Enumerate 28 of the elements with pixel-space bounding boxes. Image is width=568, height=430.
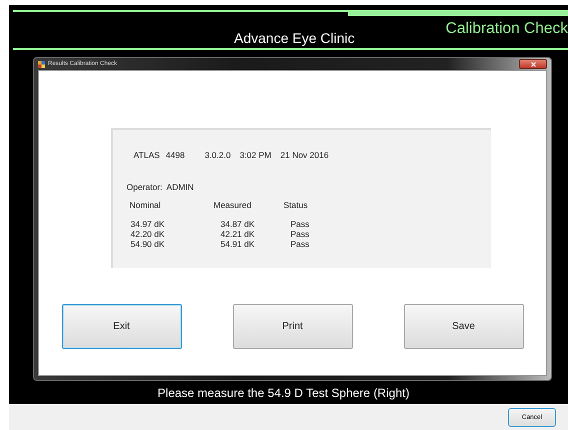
instruction-text: Please measure the 54.9 D Test Sphere (Right) [156,386,410,400]
table-cell-text: Pass [290,239,310,249]
action-button[interactable]: Exit [62,304,182,349]
test-time: 3:02 PM [240,150,272,160]
table-cell-text: 34.97 dK [130,219,166,229]
device-name: ATLAS [134,150,160,160]
column-header: Nominal [130,200,162,210]
action-button[interactable]: Save [404,304,524,349]
page-title: Calibration Check [446,20,568,38]
column-header: Status [284,200,309,210]
table-cell-text: 54.90 dK [130,239,166,249]
version-number: 3.0.2.0 [204,150,231,160]
app-icon [38,60,45,68]
operator-name: ADMIN [166,182,194,192]
action-button[interactable]: Print [232,304,352,349]
table-cell-text: Pass [290,229,310,239]
test-date: 21 Nov 2016 [280,150,329,160]
close-icon [530,62,536,66]
table-cell-text: Pass [290,219,310,229]
close-button[interactable] [519,59,547,69]
table-cell-text: 42.20 dK [130,229,166,239]
table-cell-text: 42.21 dK [220,229,256,239]
table-cell-text: 54.91 dK [220,239,256,249]
table-cell-text: 34.87 dK [220,219,256,229]
column-header: Measured [214,200,252,210]
serial-number: 4498 [166,150,185,160]
operator-label: Operator: [126,182,162,192]
clinic-name: Advance Eye Clinic [234,30,355,48]
